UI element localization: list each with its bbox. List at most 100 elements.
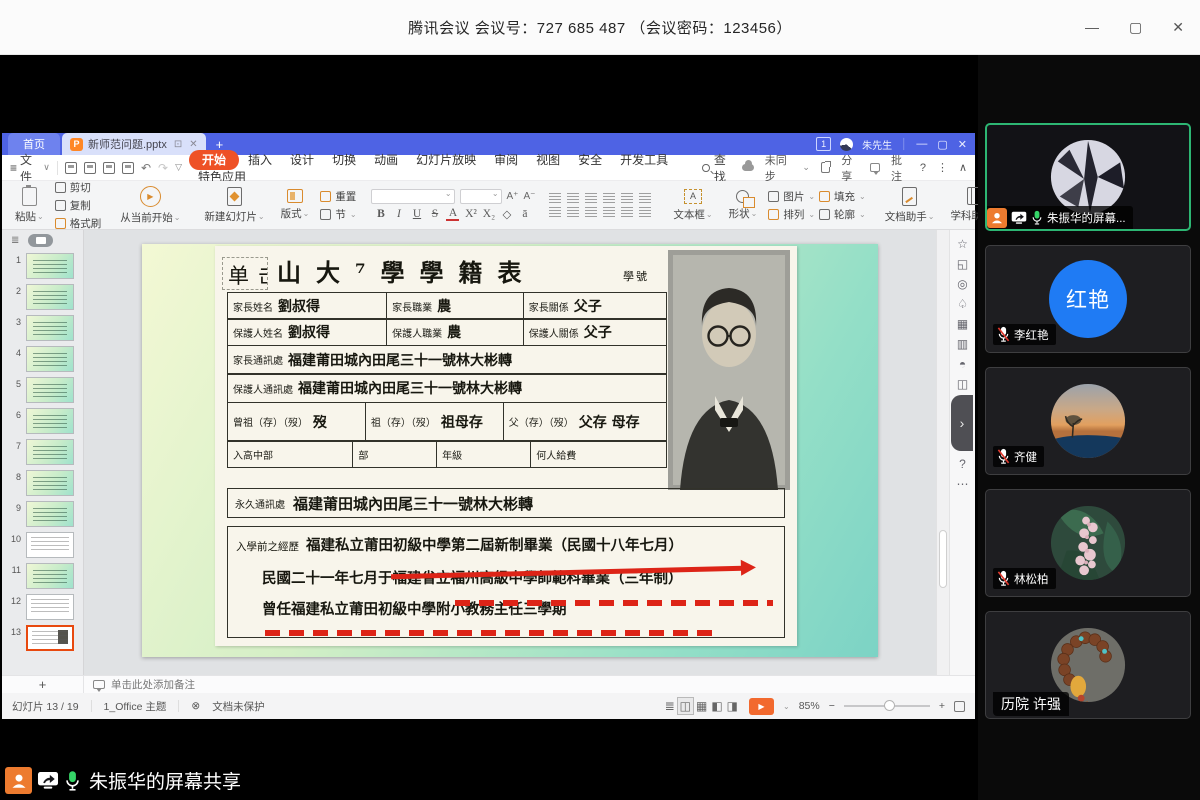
- slide-preview[interactable]: [26, 501, 74, 527]
- save-icon[interactable]: [65, 162, 77, 174]
- more-menu-icon[interactable]: ⋮: [937, 161, 948, 174]
- format-painter-button[interactable]: 格式刷: [55, 216, 102, 231]
- slide-preview[interactable]: [26, 439, 74, 465]
- sync-status[interactable]: 未同步: [765, 152, 792, 184]
- zoom-slider-knob[interactable]: [884, 700, 895, 711]
- slide-thumbnail[interactable]: 1: [2, 253, 83, 279]
- two-pane-view-icon[interactable]: ◧: [709, 698, 724, 714]
- vertical-scrollbar[interactable]: [936, 230, 949, 675]
- layout-button[interactable]: 版式⌄: [276, 188, 315, 222]
- font-style-button[interactable]: ◇: [500, 207, 513, 221]
- cut-button[interactable]: 剪切: [55, 180, 102, 195]
- grid-layout-icon[interactable]: ▦: [957, 318, 968, 330]
- font-style-button[interactable]: A: [446, 207, 459, 221]
- grow-font-button[interactable]: A⁺: [507, 191, 519, 202]
- bullet-list-icon[interactable]: [549, 193, 561, 203]
- slide-thumbnail[interactable]: 7: [2, 439, 83, 465]
- fit-to-window-icon[interactable]: [954, 701, 965, 712]
- stamp-icon[interactable]: ♤: [957, 298, 968, 310]
- doc-assistant-button[interactable]: 文档助手⌄: [880, 186, 940, 225]
- text-direction-icon[interactable]: [621, 193, 633, 203]
- fill-button[interactable]: 填充⌄: [819, 189, 866, 204]
- section-button[interactable]: 节⌄: [320, 207, 356, 222]
- slide-preview[interactable]: [26, 346, 74, 372]
- collapse-ribbon-icon[interactable]: ∧: [959, 161, 967, 174]
- shrink-font-button[interactable]: A⁻: [523, 191, 535, 202]
- menu-item[interactable]: 视图: [527, 150, 569, 170]
- current-slide[interactable]: 单击 山大⁷學學籍表 學號字: [142, 244, 878, 657]
- user-avatar[interactable]: [840, 138, 853, 151]
- numbered-list-icon[interactable]: [567, 193, 579, 203]
- participant-tile[interactable]: 林松柏: [985, 489, 1191, 597]
- participant-tile[interactable]: 红艳 李红艳: [985, 245, 1191, 353]
- play-slideshow-button[interactable]: ▶: [749, 698, 774, 715]
- font-style-button[interactable]: ā: [518, 208, 531, 220]
- columns-icon[interactable]: [639, 193, 651, 203]
- reset-button[interactable]: 重置: [320, 189, 356, 204]
- wps-document-tab[interactable]: P 新师范问题.pptx ⊡ ✕: [62, 133, 206, 155]
- participant-tile[interactable]: 朱振华的屏幕...: [985, 123, 1191, 231]
- arrange-button[interactable]: 排列⌄: [768, 207, 815, 222]
- outline-view-icon[interactable]: ≣: [11, 235, 19, 246]
- font-style-button[interactable]: X₂: [482, 208, 495, 220]
- zoom-in-button[interactable]: +: [939, 700, 945, 712]
- participant-tile[interactable]: 历院 许强: [985, 611, 1191, 719]
- file-menu[interactable]: ≡ 文件 ∨: [10, 151, 50, 185]
- copy-button[interactable]: 复制: [55, 198, 102, 213]
- caret-icon[interactable]: ⌄: [783, 702, 790, 711]
- export-icon[interactable]: [84, 162, 96, 174]
- new-slide-button[interactable]: 新建幻灯片⌄: [199, 186, 269, 225]
- font-style-button[interactable]: X²: [464, 208, 477, 220]
- notes-panel-icon[interactable]: ≣: [663, 698, 677, 714]
- slide-preview[interactable]: [26, 563, 74, 589]
- scrollbar-thumb[interactable]: [939, 530, 947, 588]
- notes-input[interactable]: 单击此处添加备注: [84, 676, 975, 693]
- slide-canvas[interactable]: 单击 山大⁷學學籍表 學號字: [84, 230, 936, 675]
- menu-item[interactable]: 动画: [365, 150, 407, 170]
- reading-view-icon[interactable]: ◨: [725, 698, 740, 714]
- slide-thumbnail[interactable]: 8: [2, 470, 83, 496]
- protection-status[interactable]: 文档未保护: [212, 699, 265, 714]
- font-name-combobox[interactable]: [371, 189, 455, 204]
- notification-badge[interactable]: 1: [816, 137, 831, 151]
- slide-preview[interactable]: [26, 377, 74, 403]
- menu-item[interactable]: 切换: [323, 150, 365, 170]
- slide-preview[interactable]: [26, 315, 74, 341]
- indent-decrease-icon[interactable]: [585, 193, 597, 203]
- font-style-button[interactable]: U: [410, 208, 423, 220]
- slide-title-placeholder[interactable]: 单击: [222, 257, 268, 290]
- user-name[interactable]: 朱先生: [862, 137, 892, 152]
- export-tool-icon[interactable]: ◓: [959, 358, 966, 370]
- slide-preview[interactable]: [26, 284, 74, 310]
- sidebar-collapse-handle[interactable]: ›: [951, 395, 973, 451]
- justify-icon[interactable]: [603, 207, 615, 217]
- slide-preview[interactable]: [26, 470, 74, 496]
- slide-thumbnail[interactable]: 12: [2, 594, 83, 620]
- menu-item[interactable]: 安全: [569, 150, 611, 170]
- theme-name[interactable]: 1_Office 主题: [104, 699, 167, 714]
- smart-beautify-icon[interactable]: ☆: [957, 238, 968, 250]
- pages-icon[interactable]: ◱: [957, 258, 968, 270]
- font-style-button[interactable]: I: [392, 208, 405, 220]
- play-from-current-button[interactable]: ▶ 从当前开始⌄: [115, 185, 185, 226]
- slide-sorter-icon[interactable]: ▦: [694, 698, 709, 714]
- undo-icon[interactable]: ↶: [141, 161, 151, 175]
- slide-thumbnail[interactable]: 11: [2, 563, 83, 589]
- zoom-level[interactable]: 85%: [799, 700, 820, 712]
- ribbon-fold-icon[interactable]: ▽: [175, 162, 182, 173]
- align-center-icon[interactable]: [567, 207, 579, 217]
- slide-preview[interactable]: [26, 532, 74, 558]
- zoom-out-button[interactable]: −: [829, 700, 835, 712]
- slide-thumbnail[interactable]: 4: [2, 346, 83, 372]
- wps-minimize-button[interactable]: —: [916, 138, 927, 151]
- minimize-button[interactable]: —: [1085, 19, 1099, 35]
- redo-icon[interactable]: ↷: [158, 161, 168, 175]
- font-style-button[interactable]: B: [374, 208, 387, 220]
- wps-restore-button[interactable]: ▢: [937, 138, 947, 151]
- new-slide-plus-button[interactable]: +: [2, 676, 84, 693]
- share-button[interactable]: 分享: [841, 152, 859, 184]
- slide-thumbnail[interactable]: 2: [2, 284, 83, 310]
- text-box-button[interactable]: A 文本框⌄: [668, 188, 717, 223]
- wps-close-button[interactable]: ✕: [958, 138, 967, 151]
- menu-item[interactable]: 开发工具: [611, 150, 677, 170]
